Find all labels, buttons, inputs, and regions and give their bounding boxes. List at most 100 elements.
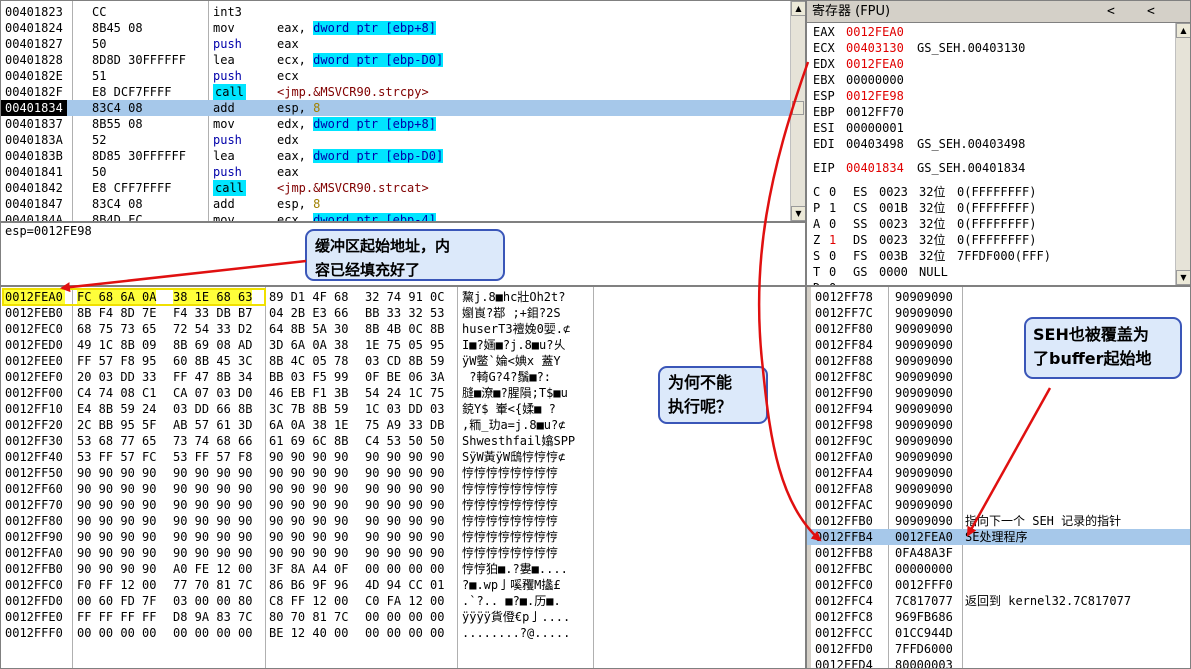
stack-value: 90909090 [895, 514, 953, 528]
dump-ascii: ?■.wp亅嗘矡M攭£ [462, 578, 561, 592]
dump-row[interactable]: 0012FF60 90 90 90 90 90 90 90 90 90 90 90 9… [1, 481, 593, 497]
dump-row[interactable]: 0012FEA0 FC 68 6A 0A 38 1E 68 63 89 D1 4F 6… [1, 289, 593, 305]
dump-row[interactable]: 0012FF80 90 90 90 90 90 90 90 90 90 90 90 9… [1, 513, 593, 529]
dump-hex-bytes: 90 90 90 90 [77, 546, 157, 560]
register-value[interactable]: 0012FF70 [846, 104, 904, 120]
disasm-row[interactable]: 00401837 8B55 08 mov edx, dword ptr [ebp+8] [1, 116, 790, 132]
stack-row[interactable]: 0012FFA8 90909090 [807, 481, 1190, 497]
register-value[interactable]: 0012FEA0 [846, 24, 904, 40]
scroll-up-icon[interactable]: ▲ [1176, 23, 1190, 38]
register-row[interactable]: ESP 0012FE98 [807, 88, 1190, 104]
stack-row[interactable]: 0012FF90 90909090 [807, 385, 1190, 401]
register-value[interactable]: 00000000 [846, 72, 904, 88]
scroll-thumb[interactable] [792, 101, 804, 115]
dump-row[interactable]: 0012FFB0 90 90 90 90 A0 FE 12 00 3F 8A A4 0… [1, 561, 593, 577]
flag-row[interactable]: T 0 GS 0000 NULL [807, 264, 1190, 280]
disasm-row[interactable]: 00401828 8D8D 30FFFFFF lea ecx, dword ptr [… [1, 52, 790, 68]
stack-row[interactable]: 0012FFB4 0012FEA0 SE处理程序 [807, 529, 1190, 545]
scroll-down-icon[interactable]: ▼ [1176, 270, 1190, 285]
register-row[interactable]: ECX 00403130 GS_SEH.00403130 [807, 40, 1190, 56]
disasm-row[interactable]: 00401847 83C4 08 add esp, 8 [1, 196, 790, 212]
stack-row[interactable]: 0012FFC0 0012FFF0 [807, 577, 1190, 593]
disasm-row[interactable]: 0040183A 52 push edx [1, 132, 790, 148]
dump-row[interactable]: 0012FF40 53 FF 57 FC 53 FF 57 F8 90 90 90 9… [1, 449, 593, 465]
flag-row[interactable]: A 0 SS 0023 32位 0(FFFFFFFF) [807, 216, 1190, 232]
disasm-row[interactable]: 00401834 83C4 08 add esp, 8 [1, 100, 790, 116]
flag-row[interactable]: C 0 ES 0023 32位 0(FFFFFFFF) [807, 184, 1190, 200]
dump-row[interactable]: 0012FEF0 20 03 DD 33 FF 47 8B 34 BB 03 F5 9… [1, 369, 593, 385]
dump-row[interactable]: 0012FFD0 00 60 FD 7F 03 00 00 80 C8 FF 12 0… [1, 593, 593, 609]
disasm-row[interactable]: 00401827 50 push eax [1, 36, 790, 52]
flag-row[interactable]: P 1 CS 001B 32位 0(FFFFFFFF) [807, 200, 1190, 216]
dump-row[interactable]: 0012FF10 E4 8B 59 24 03 DD 66 8B 3C 7B 8B 5… [1, 401, 593, 417]
stack-row[interactable]: 0012FFB0 90909090 指向下一个 SEH 记录的指针 [807, 513, 1190, 529]
flag-row[interactable]: S 0 FS 003B 32位 7FFDF000(FFF) [807, 248, 1190, 264]
disassembly-scrollbar[interactable]: ▲ ▼ [790, 1, 805, 221]
disasm-row[interactable]: 00401824 8B45 08 mov eax, dword ptr [ebp+8] [1, 20, 790, 36]
stack-row[interactable]: 0012FF9C 90909090 [807, 433, 1190, 449]
register-row[interactable]: ESI 00000001 [807, 120, 1190, 136]
stack-row[interactable]: 0012FFA0 90909090 [807, 449, 1190, 465]
disasm-row[interactable]: 0040183B 8D85 30FFFFFF lea eax, dword ptr [… [1, 148, 790, 164]
dump-row[interactable]: 0012FEB0 8B F4 8D 7E F4 33 DB B7 04 2B E3 6… [1, 305, 593, 321]
dump-row[interactable]: 0012FFA0 90 90 90 90 90 90 90 90 90 90 90 9… [1, 545, 593, 561]
register-row-eip[interactable]: EIP 00401834 GS_SEH.00401834 [807, 160, 1190, 176]
scroll-down-icon[interactable]: ▼ [791, 206, 805, 221]
nav-left-icon[interactable]: < [1107, 1, 1115, 23]
register-value[interactable]: 00403498 [846, 136, 904, 152]
flag-row[interactable]: Z 1 DS 0023 32位 0(FFFFFFFF) [807, 232, 1190, 248]
register-row[interactable]: EAX 0012FEA0 [807, 24, 1190, 40]
nav-right-icon[interactable]: < [1147, 1, 1155, 23]
dump-row[interactable]: 0012FF50 90 90 90 90 90 90 90 90 90 90 90 9… [1, 465, 593, 481]
disasm-row[interactable]: 00401841 50 push eax [1, 164, 790, 180]
disasm-operand: ecx, [277, 213, 314, 222]
stack-row[interactable]: 0012FFC8 969FB686 [807, 609, 1190, 625]
disasm-row[interactable]: 0040182E 51 push ecx [1, 68, 790, 84]
register-value[interactable]: 00000001 [846, 120, 904, 136]
dump-row[interactable]: 0012FFF0 00 00 00 00 00 00 00 00 BE 12 40 0… [1, 625, 593, 641]
scroll-up-icon[interactable]: ▲ [791, 1, 805, 16]
dump-row[interactable]: 0012FF90 90 90 90 90 90 90 90 90 90 90 90 9… [1, 529, 593, 545]
dump-row[interactable]: 0012FF20 2C BB 95 5F AB 57 61 3D 6A 0A 38 1… [1, 417, 593, 433]
register-row[interactable]: EDI 00403498 GS_SEH.00403498 [807, 136, 1190, 152]
disassembly-panel[interactable]: 00401823 CC int3 00401824 8B45 08 mov eax, dwo… [0, 0, 806, 222]
register-row[interactable]: EDX 0012FEA0 [807, 56, 1190, 72]
disasm-row[interactable]: 00401842 E8 CFF7FFFF call <jmp.&MSVCR90.str… [1, 180, 790, 196]
dump-panel[interactable]: 0012FEA0 FC 68 6A 0A 38 1E 68 63 89 D1 4F 6… [0, 286, 806, 669]
dump-ascii: ÿW鳖`婨<婰x 蓋Y [462, 354, 561, 368]
dump-row[interactable]: 0012FEE0 FF 57 F8 95 60 8B 45 3C 8B 4C 05 7… [1, 353, 593, 369]
stack-value: 90909090 [895, 306, 953, 320]
register-value[interactable]: 0012FEA0 [846, 56, 904, 72]
stack-row[interactable]: 0012FFC4 7C817077 返回到 kernel32.7C817077 [807, 593, 1190, 609]
register-row[interactable]: EBX 00000000 [807, 72, 1190, 88]
register-row[interactable]: EBP 0012FF70 [807, 104, 1190, 120]
disasm-memory-operand: dword ptr [ebp-4] [313, 213, 436, 221]
registers-scrollbar[interactable]: ▲ ▼ [1175, 23, 1190, 285]
register-comment: GS_SEH.00401834 [917, 161, 1026, 175]
disasm-row[interactable]: 0040184A 8B4D FC mov ecx, dword ptr [ebp-4] [1, 212, 790, 222]
stack-row[interactable]: 0012FFA4 90909090 [807, 465, 1190, 481]
dump-address: 0012FFF0 [5, 626, 63, 640]
stack-row[interactable]: 0012FF94 90909090 [807, 401, 1190, 417]
dump-row[interactable]: 0012FED0 49 1C 8B 09 8B 69 08 AD 3D 6A 0A 3… [1, 337, 593, 353]
disasm-row[interactable]: 00401823 CC int3 [1, 4, 790, 20]
stack-row[interactable]: 0012FFD0 7FFD6000 [807, 641, 1190, 657]
stack-row[interactable]: 0012FFBC 00000000 [807, 561, 1190, 577]
stack-row[interactable]: 0012FF98 90909090 [807, 417, 1190, 433]
dump-row[interactable]: 0012FF00 C4 74 08 C1 CA 07 03 D0 46 EB F1 3… [1, 385, 593, 401]
dump-row[interactable]: 0012FEC0 68 75 73 65 72 54 33 D2 64 8B 5A 3… [1, 321, 593, 337]
stack-row[interactable]: 0012FFAC 90909090 [807, 497, 1190, 513]
stack-row[interactable]: 0012FFCC 01CC944D [807, 625, 1190, 641]
disasm-hex: CC [92, 5, 107, 19]
register-value[interactable]: 00403130 [846, 40, 904, 56]
stack-row[interactable]: 0012FFB8 0FA48A3F [807, 545, 1190, 561]
dump-row[interactable]: 0012FFE0 FF FF FF FF D8 9A 83 7C 80 70 81 7… [1, 609, 593, 625]
register-value[interactable]: 0012FE98 [846, 88, 904, 104]
dump-row[interactable]: 0012FF70 90 90 90 90 90 90 90 90 90 90 90 9… [1, 497, 593, 513]
stack-row[interactable]: 0012FFD4 80000003 [807, 657, 1190, 668]
disasm-row[interactable]: 0040182F E8 DCF7FFFF call <jmp.&MSVCR90.str… [1, 84, 790, 100]
registers-panel[interactable]: 寄存器 (FPU) < < EAX 0012FEA0 ECX 00403130 GS_S… [806, 0, 1191, 286]
dump-row[interactable]: 0012FFC0 F0 FF 12 00 77 70 81 7C 86 B6 9F 9… [1, 577, 593, 593]
dump-row[interactable]: 0012FF30 53 68 77 65 73 74 68 66 61 69 6C 8… [1, 433, 593, 449]
stack-row[interactable]: 0012FF78 90909090 [807, 289, 1190, 305]
